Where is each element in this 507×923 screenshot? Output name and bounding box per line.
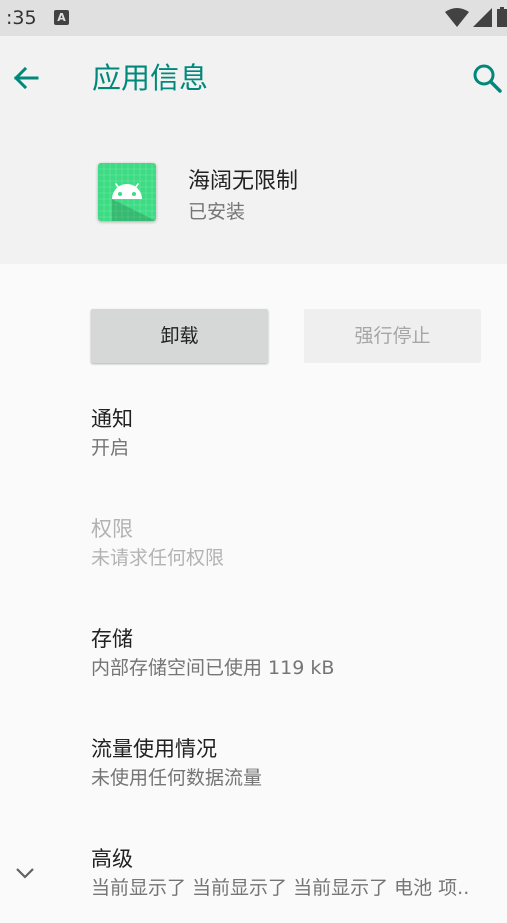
setting-permissions[interactable]: 权限 未请求任何权限 [91,514,501,572]
android-app-icon [98,163,156,221]
setting-title: 存储 [91,627,133,651]
setting-title: 权限 [91,517,133,541]
app-info-header: 应用信息 海阔无限制 已安装 [0,36,507,264]
setting-summary: 内部存储空间已使用 119 kB [91,657,335,679]
setting-summary: 开启 [91,437,130,459]
android-robot-icon [98,163,156,221]
setting-title: 流量使用情况 [91,737,217,761]
setting-title: 通知 [91,407,133,431]
notification-icon: A [54,10,69,25]
setting-data-usage[interactable]: 流量使用情况 未使用任何数据流量 [91,734,501,792]
search-icon[interactable] [468,58,507,98]
arrow-back-icon[interactable] [6,58,46,98]
page-title: 应用信息 [92,61,209,95]
status-time: :35 [6,7,37,29]
setting-advanced[interactable]: 高级 当前显示了 当前显示了 当前显示了 电池 项.. [91,844,501,902]
signal-icon [473,8,492,27]
wifi-icon [445,8,469,27]
status-bar: :35 A [0,0,507,36]
setting-notifications[interactable]: 通知 开启 [91,404,501,462]
setting-summary: 当前显示了 当前显示了 当前显示了 电池 项.. [91,877,470,899]
setting-title: 高级 [91,847,133,871]
app-name: 海阔无限制 [188,169,299,194]
battery-icon [497,7,507,27]
app-install-status: 已安装 [188,201,246,223]
setting-summary: 未请求任何权限 [91,547,225,569]
setting-summary: 未使用任何数据流量 [91,767,263,789]
chevron-down-icon[interactable] [10,858,40,888]
force-stop-button[interactable]: 强行停止 [304,309,481,363]
setting-storage[interactable]: 存储 内部存储空间已使用 119 kB [91,624,501,682]
uninstall-button[interactable]: 卸载 [91,309,268,363]
